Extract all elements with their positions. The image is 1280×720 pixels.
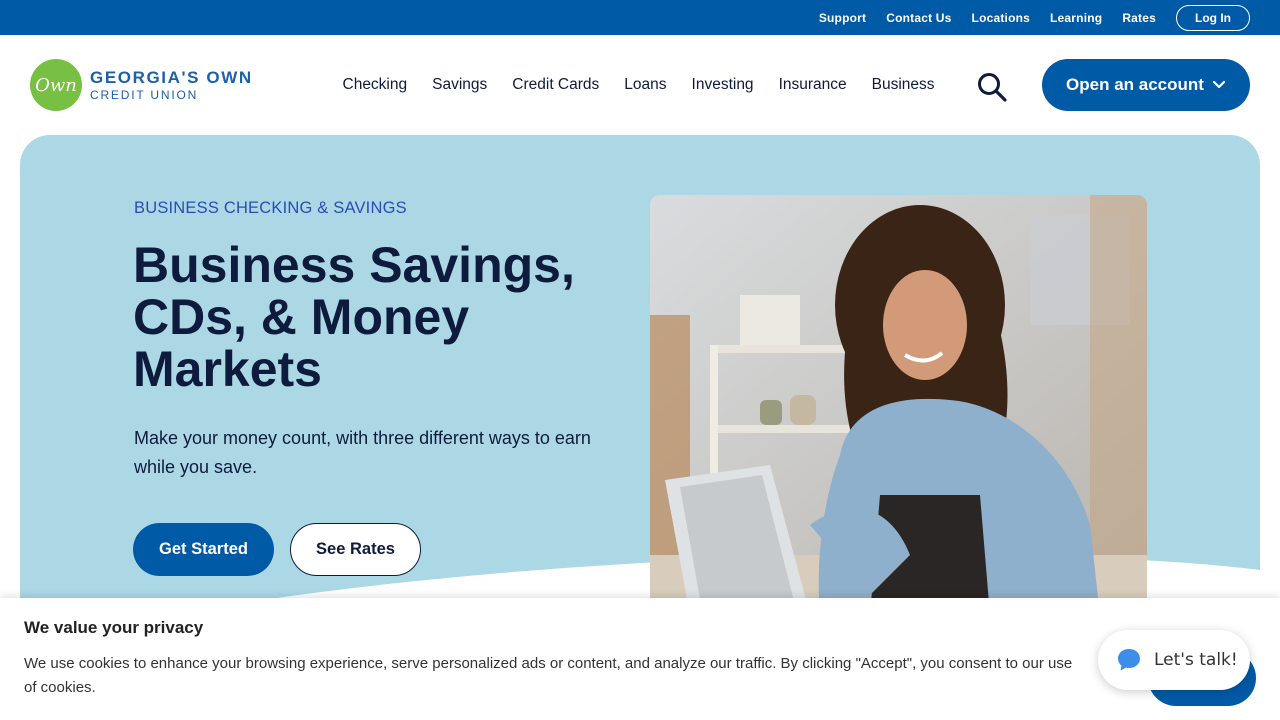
hero-subtitle: Make your money count, with three differ… xyxy=(134,428,591,477)
chat-bubble-icon xyxy=(1118,649,1140,671)
nav-item-business[interactable]: Business xyxy=(872,76,935,94)
utility-link-learning[interactable]: Learning xyxy=(1050,11,1102,25)
logo-name-line2: CREDIT UNION xyxy=(90,88,199,102)
search-icon[interactable] xyxy=(976,71,1008,103)
utility-link-support[interactable]: Support xyxy=(819,11,866,25)
nav-item-savings[interactable]: Savings xyxy=(432,76,487,94)
cookie-banner: We value your privacy We use cookies to … xyxy=(0,598,1280,720)
cookie-title: We value your privacy xyxy=(24,618,204,637)
open-account-label: Open an account xyxy=(1066,75,1204,94)
main-nav: Own GEORGIA'S OWN CREDIT UNION Checking … xyxy=(0,35,1280,135)
login-button[interactable]: Log In xyxy=(1176,4,1250,31)
nav-item-checking[interactable]: Checking xyxy=(343,76,408,94)
utility-link-contact-us[interactable]: Contact Us xyxy=(886,11,951,25)
get-started-button[interactable]: Get Started xyxy=(133,523,274,576)
cookie-text: We use cookies to enhance your browsing … xyxy=(24,655,1073,696)
chevron-down-icon xyxy=(1212,80,1226,89)
utility-link-locations[interactable]: Locations xyxy=(972,11,1030,25)
open-account-button[interactable]: Open an account xyxy=(1042,59,1250,111)
woman-with-laptop-illustration xyxy=(650,195,1147,615)
hero-title: Business Savings, CDs, & Money Markets xyxy=(133,237,575,397)
hero-section: BUSINESS CHECKING & SAVINGS Business Sav… xyxy=(20,135,1260,655)
utility-link-rates[interactable]: Rates xyxy=(1122,11,1156,25)
hero-eyebrow: BUSINESS CHECKING & SAVINGS xyxy=(134,199,407,217)
hero-photo xyxy=(650,195,1147,615)
primary-nav: Checking Savings Credit Cards Loans Inve… xyxy=(330,35,947,135)
logo-mark: Own xyxy=(30,59,82,111)
utility-bar: Support Contact Us Locations Learning Ra… xyxy=(0,0,1280,35)
chat-widget[interactable]: Let's talk! xyxy=(1098,630,1250,690)
see-rates-button[interactable]: See Rates xyxy=(290,523,421,576)
site-logo[interactable]: Own GEORGIA'S OWN CREDIT UNION xyxy=(30,59,253,111)
nav-item-loans[interactable]: Loans xyxy=(624,76,666,94)
nav-item-investing[interactable]: Investing xyxy=(692,76,754,94)
logo-wordmark: GEORGIA'S OWN CREDIT UNION xyxy=(90,69,253,101)
logo-name-line1: GEORGIA'S OWN xyxy=(90,68,253,87)
chat-label: Let's talk! xyxy=(1154,650,1238,670)
nav-item-credit-cards[interactable]: Credit Cards xyxy=(512,76,599,94)
nav-item-insurance[interactable]: Insurance xyxy=(779,76,847,94)
